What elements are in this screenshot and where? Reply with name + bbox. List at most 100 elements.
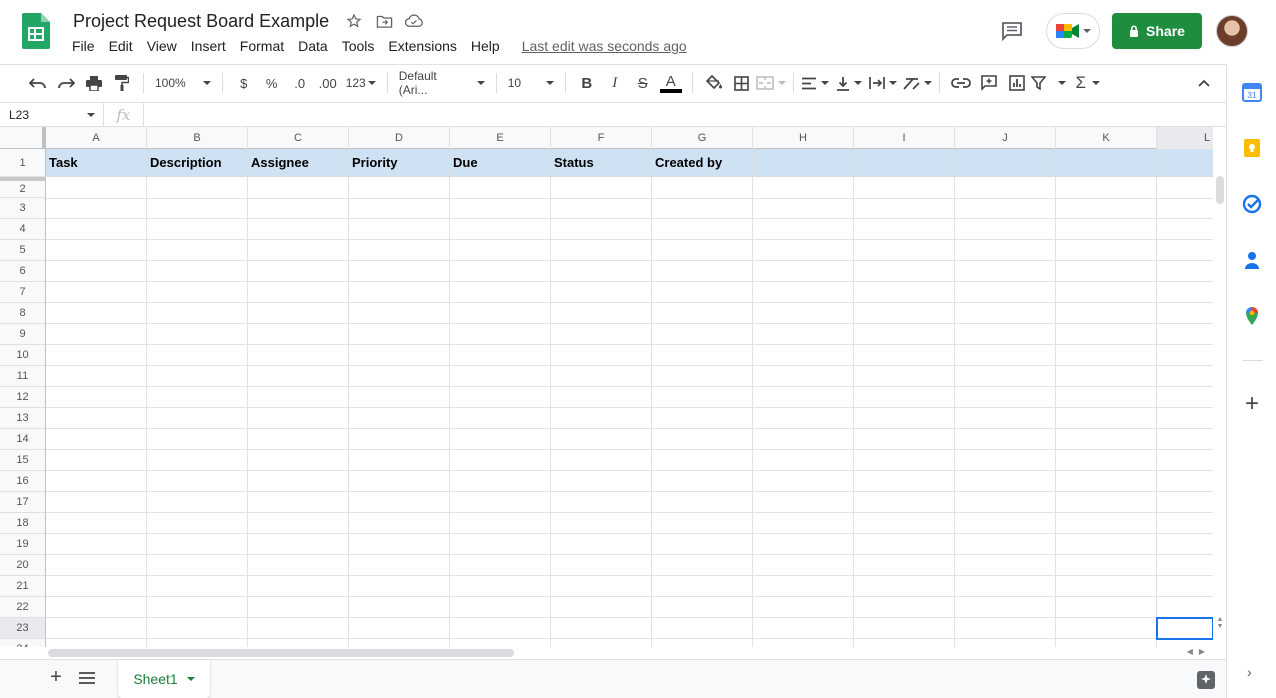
print-button[interactable] — [80, 69, 108, 97]
tasks-icon[interactable] — [1242, 194, 1262, 214]
meet-button[interactable] — [1046, 13, 1100, 49]
row-header-6[interactable]: 6 — [0, 261, 46, 282]
column-header-d[interactable]: D — [349, 127, 450, 149]
maps-icon[interactable] — [1242, 306, 1262, 326]
currency-format-button[interactable]: $ — [230, 69, 258, 97]
menu-view[interactable]: View — [147, 38, 184, 54]
column-header-h[interactable]: H — [753, 127, 854, 149]
more-formats-select[interactable]: 123 — [342, 69, 380, 97]
font-size-select[interactable]: 10 — [504, 69, 558, 97]
bold-button[interactable]: B — [573, 69, 601, 97]
italic-button[interactable]: I — [601, 69, 629, 97]
horizontal-scroll-arrows[interactable]: ◀▶ — [1187, 647, 1211, 656]
row-header-18[interactable]: 18 — [0, 513, 46, 534]
row-header-13[interactable]: 13 — [0, 408, 46, 429]
row-header-21[interactable]: 21 — [0, 576, 46, 597]
comment-history-button[interactable] — [992, 13, 1032, 49]
filter-button[interactable] — [1030, 69, 1066, 97]
text-color-button[interactable]: A — [657, 69, 685, 97]
menu-insert[interactable]: Insert — [191, 38, 233, 54]
menu-edit[interactable]: Edit — [109, 38, 140, 54]
row-header-2[interactable]: 2 — [0, 181, 46, 198]
horizontal-align-button[interactable] — [801, 69, 829, 97]
column-header-a[interactable]: A — [46, 127, 147, 149]
calendar-icon[interactable]: 31 — [1242, 82, 1262, 102]
name-box[interactable]: L23 — [0, 102, 104, 127]
row-header-20[interactable]: 20 — [0, 555, 46, 576]
row-header-16[interactable]: 16 — [0, 471, 46, 492]
row-header-24[interactable]: 24 — [0, 639, 46, 647]
header-cell-c[interactable]: Assignee — [248, 149, 349, 177]
row-header-23[interactable]: 23 — [0, 618, 46, 639]
header-cell-l[interactable] — [1157, 149, 1213, 177]
row-header-8[interactable]: 8 — [0, 303, 46, 324]
selected-cell[interactable] — [1156, 617, 1213, 640]
header-cell-d[interactable]: Priority — [349, 149, 450, 177]
column-header-b[interactable]: B — [147, 127, 248, 149]
row-header-15[interactable]: 15 — [0, 450, 46, 471]
row-header-5[interactable]: 5 — [0, 240, 46, 261]
header-cell-k[interactable] — [1056, 149, 1157, 177]
row-header-10[interactable]: 10 — [0, 345, 46, 366]
row-header-9[interactable]: 9 — [0, 324, 46, 345]
header-cell-h[interactable] — [753, 149, 854, 177]
sheet-tab-sheet1[interactable]: Sheet1 — [118, 660, 210, 698]
select-all-corner[interactable] — [0, 127, 46, 149]
vertical-scroll-arrows[interactable]: ▲ ▼ — [1214, 616, 1226, 646]
move-folder-icon[interactable] — [375, 12, 393, 30]
undo-button[interactable] — [24, 69, 52, 97]
decrease-decimal-button[interactable]: .0 — [286, 69, 314, 97]
add-sheet-button[interactable]: + — [46, 667, 66, 688]
sheets-logo-icon[interactable] — [22, 13, 50, 49]
menu-help[interactable]: Help — [471, 38, 507, 54]
strikethrough-button[interactable]: S — [629, 69, 657, 97]
fill-color-button[interactable] — [700, 69, 728, 97]
row-header-11[interactable]: 11 — [0, 366, 46, 387]
column-header-f[interactable]: F — [551, 127, 652, 149]
column-header-k[interactable]: K — [1056, 127, 1157, 149]
row-header-1[interactable]: 1 — [0, 149, 46, 177]
chevron-right-icon[interactable]: › — [1247, 664, 1252, 680]
text-wrap-button[interactable] — [868, 69, 897, 97]
header-cell-f[interactable]: Status — [551, 149, 652, 177]
row-header-17[interactable]: 17 — [0, 492, 46, 513]
column-header-l[interactable]: L — [1157, 127, 1213, 149]
star-icon[interactable] — [345, 12, 363, 30]
font-select[interactable]: Default (Ari... — [395, 69, 489, 97]
header-cell-e[interactable]: Due — [450, 149, 551, 177]
horizontal-scrollbar[interactable]: ◀▶ — [46, 647, 1213, 659]
merge-cells-button[interactable] — [755, 69, 786, 97]
column-header-j[interactable]: J — [955, 127, 1056, 149]
column-header-i[interactable]: I — [854, 127, 955, 149]
functions-button[interactable]: Σ — [1074, 69, 1102, 97]
contacts-icon[interactable] — [1242, 250, 1262, 270]
row-header-19[interactable]: 19 — [0, 534, 46, 555]
menu-file[interactable]: File — [72, 38, 102, 54]
last-edit-link[interactable]: Last edit was seconds ago — [522, 38, 687, 54]
vertical-align-button[interactable] — [835, 69, 863, 97]
increase-decimal-button[interactable]: .00 — [314, 69, 342, 97]
header-cell-a[interactable]: Task — [46, 149, 147, 177]
menu-tools[interactable]: Tools — [342, 38, 382, 54]
menu-extensions[interactable]: Extensions — [388, 38, 463, 54]
redo-button[interactable] — [52, 69, 80, 97]
row-header-3[interactable]: 3 — [0, 198, 46, 219]
get-addons-button[interactable]: + — [1242, 392, 1262, 416]
header-cell-b[interactable]: Description — [147, 149, 248, 177]
column-header-g[interactable]: G — [652, 127, 753, 149]
freeze-divider[interactable] — [0, 177, 46, 181]
insert-link-button[interactable] — [947, 69, 975, 97]
header-cell-i[interactable] — [854, 149, 955, 177]
account-avatar[interactable] — [1216, 15, 1248, 47]
borders-button[interactable] — [728, 69, 756, 97]
cloud-status-icon[interactable] — [405, 12, 423, 30]
row-header-14[interactable]: 14 — [0, 429, 46, 450]
column-header-c[interactable]: C — [248, 127, 349, 149]
zoom-select[interactable]: 100% — [151, 69, 215, 97]
insert-comment-button[interactable] — [975, 69, 1003, 97]
row-header-4[interactable]: 4 — [0, 219, 46, 240]
vertical-scrollbar[interactable] — [1216, 176, 1224, 204]
explore-icon[interactable] — [1196, 670, 1216, 690]
row-header-12[interactable]: 12 — [0, 387, 46, 408]
all-sheets-icon[interactable] — [78, 670, 96, 686]
